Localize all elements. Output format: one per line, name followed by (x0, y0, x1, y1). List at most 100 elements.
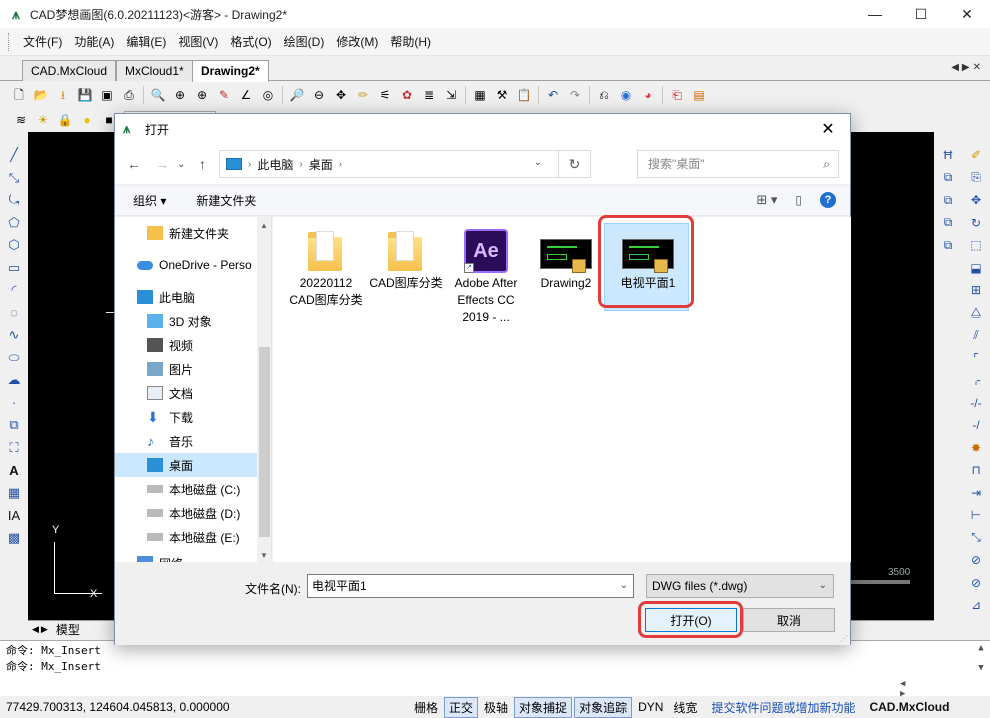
offset-icon[interactable]: ⫽ (966, 324, 986, 347)
text-icon[interactable]: A (4, 459, 24, 481)
file-item[interactable]: Ae ↗ Adobe After Effects CC 2019 - ... (447, 229, 525, 326)
linear-dim-icon[interactable]: ⊢ (966, 504, 986, 527)
hatch-icon[interactable]: ▩ (4, 527, 24, 549)
zoom-in-icon[interactable]: ⊕ (193, 86, 211, 104)
save-as-icon[interactable]: ▣ (98, 86, 116, 104)
nav-item-network[interactable]: 网络 (115, 551, 257, 562)
point-icon[interactable]: · (4, 392, 24, 414)
scroll-up-icon[interactable]: ▲ (260, 221, 268, 230)
revision-cloud-icon[interactable]: ☁ (4, 369, 24, 391)
zoom-out-icon[interactable]: ⊖ (310, 86, 328, 104)
breadcrumb-this-pc[interactable]: 此电脑 (257, 156, 293, 173)
doc-tab-drawing2[interactable]: Drawing2* (192, 60, 269, 82)
mtext-icon[interactable]: IA (4, 504, 24, 526)
nav-item-drive-e[interactable]: 本地磁盘 (E:) (115, 525, 257, 549)
file-item[interactable]: Drawing2 (527, 229, 605, 292)
menu-draw[interactable]: 绘图(D) (278, 33, 331, 50)
brand-label[interactable]: CAD.MxCloud (869, 700, 949, 714)
nav-item-documents[interactable]: 文档 (115, 381, 257, 405)
pencil-icon[interactable]: ✏ (354, 86, 372, 104)
layer-prop-icon[interactable]: ≣ (420, 86, 438, 104)
menu-format[interactable]: 格式(O) (224, 33, 277, 50)
layer-visible-icon[interactable]: ☀ (34, 111, 52, 129)
menu-file[interactable]: 文件(F) (17, 33, 68, 50)
measure-icon[interactable]: ⇲ (442, 86, 460, 104)
menu-modify[interactable]: 修改(M) (330, 33, 384, 50)
scale-icon[interactable]: ⬚ (966, 234, 986, 257)
match-prop-icon[interactable]: ⚟ (376, 86, 394, 104)
tab-scroll-arrows[interactable]: ◀▶✕ (951, 62, 984, 73)
nav-item-desktop[interactable]: 桌面 (115, 453, 257, 477)
pdf-icon[interactable]: ⎗ (668, 86, 686, 104)
tab-model[interactable]: 模型 (56, 621, 80, 638)
new-folder-button[interactable]: 新建文件夹 (196, 192, 256, 209)
scroll-thumb[interactable] (259, 347, 270, 537)
explode-icon[interactable]: ✸ (966, 437, 986, 460)
zoom-extents-icon[interactable]: ◎ (259, 86, 277, 104)
nav-item-pictures[interactable]: 图片 (115, 357, 257, 381)
ortho-toggle[interactable]: 正交 (444, 696, 479, 718)
search-icon[interactable]: ⌕ (823, 151, 830, 177)
command-scrollbar[interactable]: ▲ ▼ (974, 643, 988, 679)
spline-icon[interactable]: ∿ (4, 324, 24, 346)
insert-block-icon[interactable]: ⧉ (4, 414, 24, 436)
dim-icon[interactable]: Ħ (938, 144, 958, 167)
calc-icon[interactable]: ▦ (471, 86, 489, 104)
breadcrumb-desktop[interactable]: 桌面 (309, 156, 333, 173)
erase-icon[interactable]: ✐ (966, 144, 986, 167)
back-arrow-icon[interactable]: ← (127, 156, 141, 172)
line-tool-icon[interactable]: ╱ (4, 144, 24, 166)
polar-toggle[interactable]: 极轴 (480, 698, 512, 717)
resize-grip-icon[interactable]: ⋰ (840, 634, 848, 643)
undo-icon[interactable]: ↶ (544, 86, 562, 104)
scroll-down-icon[interactable]: ▼ (260, 551, 268, 560)
forward-arrow-icon[interactable]: → (155, 156, 169, 172)
zoom-realtime-icon[interactable]: 🔍 (149, 86, 167, 104)
grid-toggle[interactable]: 栅格 (410, 698, 442, 717)
cancel-button[interactable]: 取消 (743, 608, 835, 632)
layer-iso-icon[interactable]: ⧉ (938, 212, 958, 235)
nav-item-3d-objects[interactable]: 3D 对象 (115, 309, 257, 333)
command-hscrollbar[interactable]: ◀ ▶ (900, 679, 980, 699)
osnap-toggle[interactable]: 对象捕捉 (514, 696, 573, 718)
layer-merge-icon[interactable]: ⧉ (938, 189, 958, 212)
lineweight-toggle[interactable]: 线宽 (669, 698, 701, 717)
palette-icon[interactable]: ✿ (398, 86, 416, 104)
nav-item-drive-d[interactable]: 本地磁盘 (D:) (115, 501, 257, 525)
aligned-dim-icon[interactable]: ⤡ (966, 527, 986, 550)
filename-input[interactable]: 电视平面1 ⌄ (307, 574, 634, 598)
open-button[interactable]: 打开(O) (645, 608, 737, 632)
up-arrow-icon[interactable]: ↑ (199, 156, 206, 172)
copy-layer-icon[interactable]: ⧉ (938, 167, 958, 190)
maximize-button[interactable]: ☐ (898, 0, 944, 28)
image-export-icon[interactable]: ▤ (690, 86, 708, 104)
refresh-icon[interactable]: ↻ (558, 151, 590, 177)
doc-tab-mxcloud1[interactable]: MxCloud1* (116, 60, 193, 81)
command-history[interactable]: 命令: Mx_Insert 命令: Mx_Insert ▲ ▼ ◀ ▶ (0, 640, 990, 699)
search-input[interactable]: 搜索"桌面" ⌕ (637, 150, 839, 178)
nav-item-downloads[interactable]: ⬇ 下载 (115, 405, 257, 429)
layers-icon[interactable]: ≋ (12, 111, 30, 129)
construction-line-icon[interactable]: ⤡ (4, 167, 24, 189)
address-bar[interactable]: › 此电脑 › 桌面 › ⌄ ↻ (219, 150, 591, 178)
zoom-window-icon[interactable]: ⊕ (171, 86, 189, 104)
nav-item-videos[interactable]: 视频 (115, 333, 257, 357)
trim-icon[interactable]: -/- (966, 392, 986, 415)
open-folder-icon[interactable]: ⭳ (54, 86, 72, 104)
menu-help[interactable]: 帮助(H) (384, 33, 437, 50)
nav-item-music[interactable]: ♪ 音乐 (115, 429, 257, 453)
cloud-icon[interactable]: ◉ (617, 86, 635, 104)
radius-dim-icon[interactable]: ⊘ (966, 549, 986, 572)
filename-dropdown-icon[interactable]: ⌄ (620, 575, 628, 597)
nav-scrollbar[interactable]: ▲ ▼ (257, 217, 271, 562)
dyn-toggle[interactable]: DYN (634, 699, 667, 715)
layer-walk-icon[interactable]: ⧉ (938, 234, 958, 257)
view-mode-icon[interactable]: ⊞ ▾ (756, 192, 777, 208)
print-icon[interactable]: ⎙ (120, 86, 138, 104)
angle-dim-icon[interactable]: ⊿ (966, 594, 986, 617)
extend-icon[interactable]: -/ (966, 414, 986, 437)
move-icon[interactable]: ✥ (332, 86, 350, 104)
make-block-icon[interactable]: ⛶ (4, 437, 24, 459)
menu-function[interactable]: 功能(A) (68, 33, 120, 50)
layout-tab-nav[interactable]: ◀▶ (32, 624, 50, 635)
